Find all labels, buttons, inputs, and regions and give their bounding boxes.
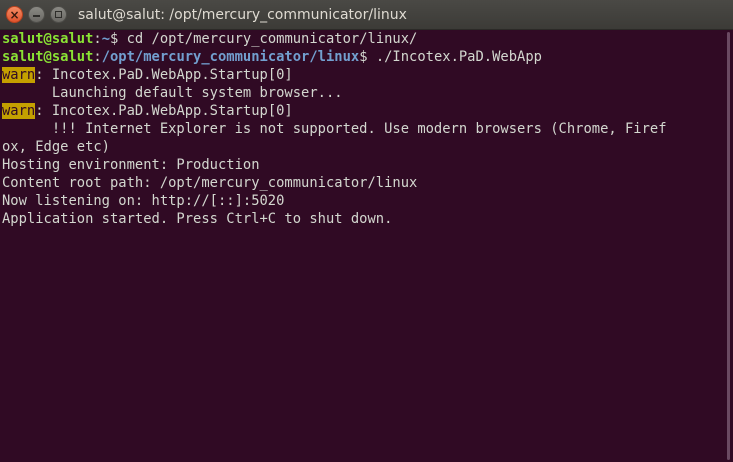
output-line: Now listening on: http://[::]:5020 — [2, 193, 285, 209]
prompt-colon: : — [93, 31, 102, 47]
prompt-command: ./Incotex.PaD.WebApp — [375, 49, 542, 65]
prompt-path: ~ — [101, 31, 110, 47]
terminal-output[interactable]: salut@salut:~$ cd /opt/mercury_communica… — [0, 30, 725, 462]
prompt-colon: : — [93, 49, 102, 65]
scrollbar[interactable] — [725, 30, 733, 462]
warn-label: warn — [2, 67, 36, 83]
warn-text: : Incotex.PaD.WebApp.Startup[0] — [35, 67, 293, 83]
prompt-line: salut@salut:~$ cd /opt/mercury_communica… — [2, 30, 725, 48]
output-line: Content root path: /opt/mercury_communic… — [2, 175, 418, 191]
minimize-glyph — [33, 14, 40, 17]
output-line: ox, Edge etc) — [2, 139, 110, 155]
scrollbar-thumb[interactable] — [727, 32, 730, 460]
window-title: salut@salut: /opt/mercury_communicator/l… — [78, 7, 407, 23]
prompt-user: salut@salut — [2, 31, 94, 47]
prompt-line: salut@salut:/opt/mercury_communicator/li… — [2, 48, 725, 66]
prompt-path: /opt/mercury_communicator/linux — [101, 49, 360, 65]
prompt-user: salut@salut — [2, 49, 94, 65]
warn-label: warn — [2, 103, 36, 119]
output-line: Launching default system browser... — [2, 85, 343, 101]
output-line: !!! Internet Explorer is not supported. … — [2, 121, 667, 137]
title-bar[interactable]: × salut@salut: /opt/mercury_communicator… — [0, 0, 733, 30]
warn-line: warn: Incotex.PaD.WebApp.Startup[0] — [2, 66, 725, 84]
warn-text: : Incotex.PaD.WebApp.Startup[0] — [35, 103, 293, 119]
warn-line: warn: Incotex.PaD.WebApp.Startup[0] — [2, 102, 725, 120]
terminal-window: × salut@salut: /opt/mercury_communicator… — [0, 0, 733, 462]
close-glyph: × — [9, 7, 20, 22]
output-line: Application started. Press Ctrl+C to shu… — [2, 211, 393, 227]
output-line: Hosting environment: Production — [2, 157, 260, 173]
maximize-icon[interactable] — [50, 6, 67, 23]
prompt-dollar: $ — [110, 31, 127, 47]
close-icon[interactable]: × — [6, 6, 23, 23]
minimize-icon[interactable] — [28, 6, 45, 23]
prompt-command: cd /opt/mercury_communicator/linux/ — [126, 31, 418, 47]
maximize-glyph — [55, 11, 62, 18]
prompt-dollar: $ — [359, 49, 376, 65]
